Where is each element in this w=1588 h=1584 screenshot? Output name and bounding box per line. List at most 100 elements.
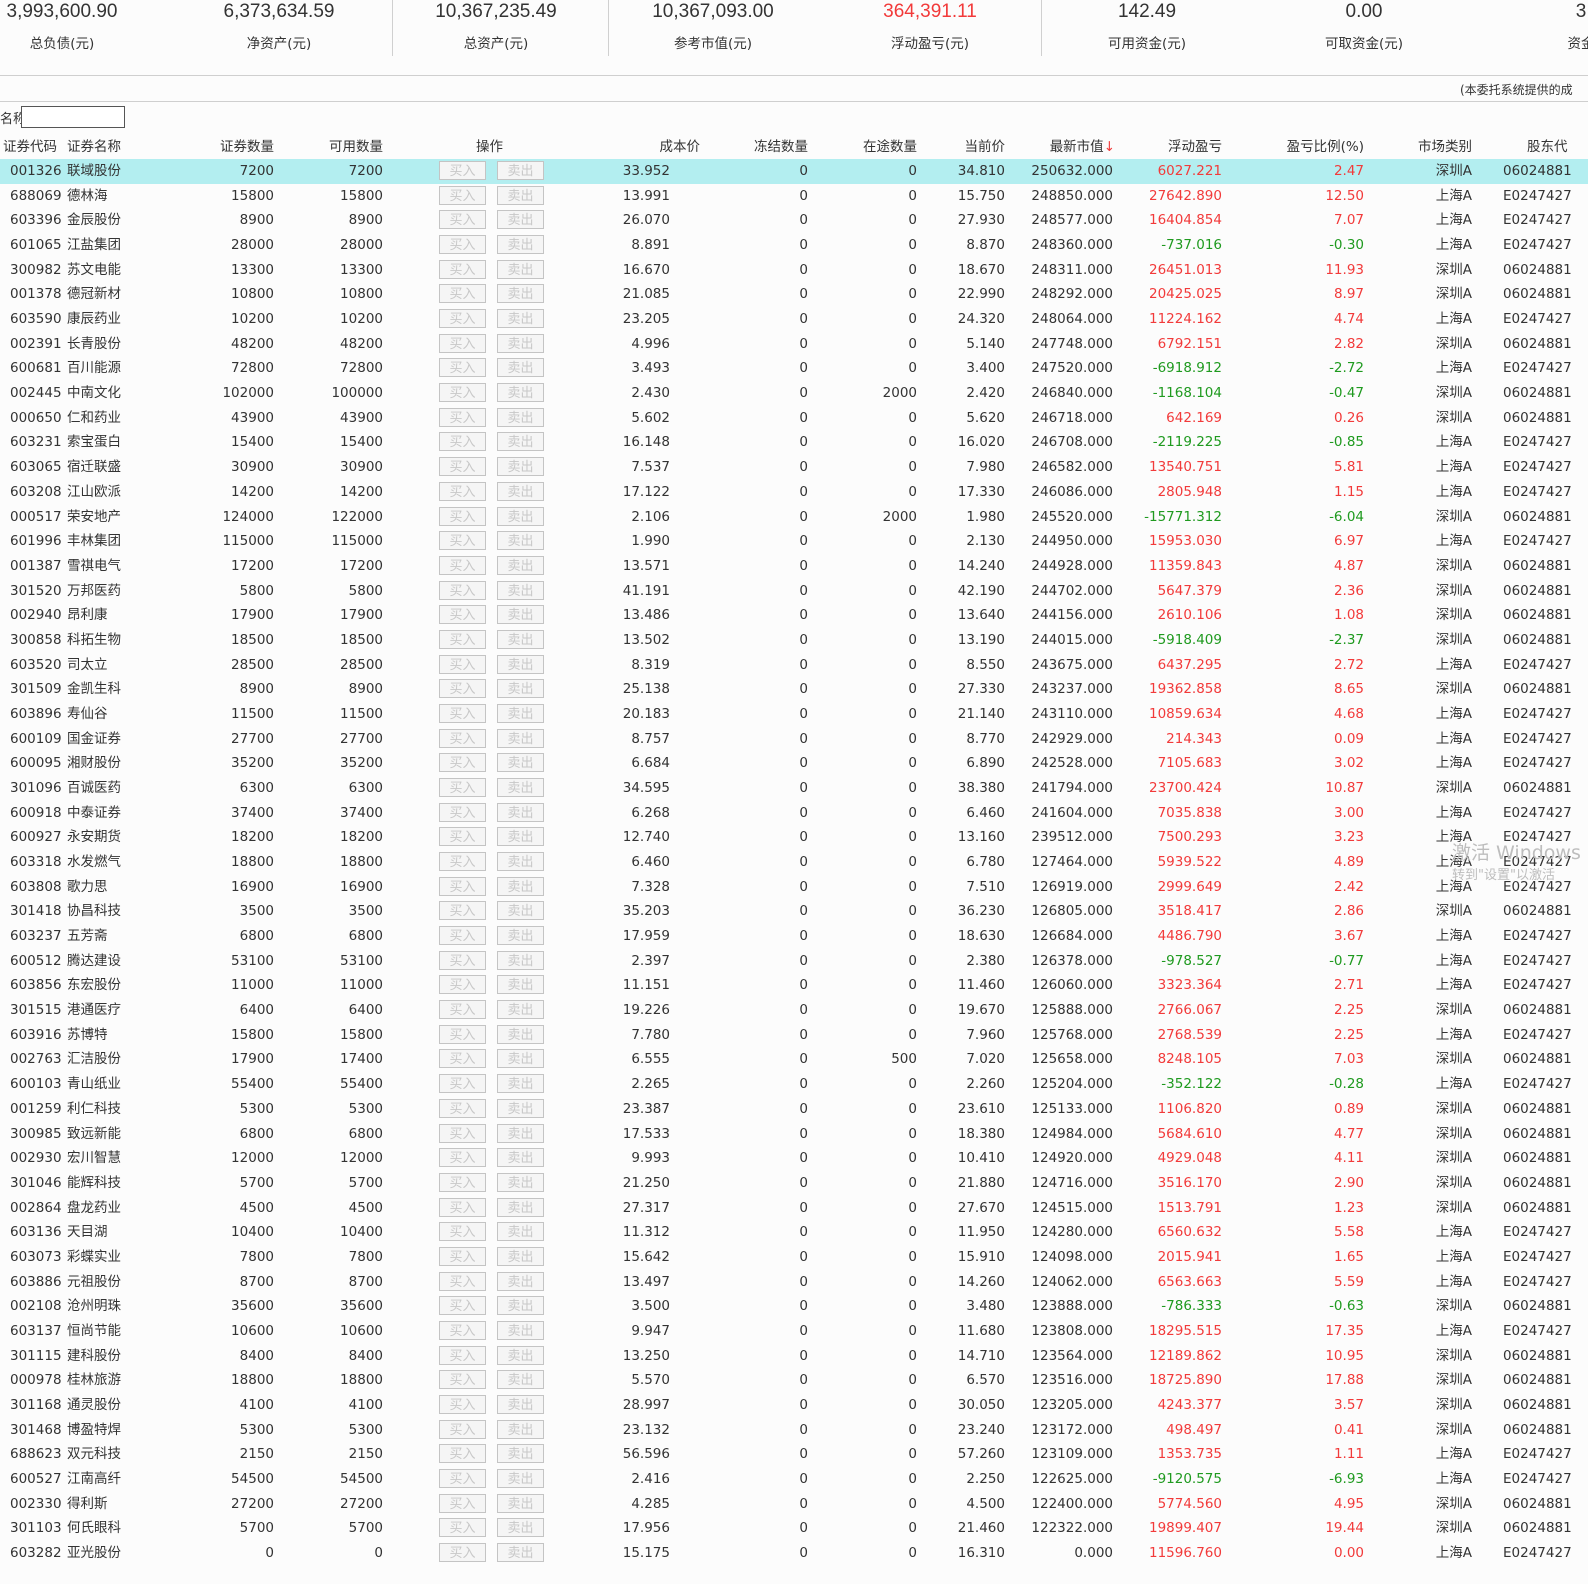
sell-button[interactable]: 卖出 — [497, 555, 544, 575]
sell-button[interactable]: 卖出 — [497, 1320, 544, 1340]
table-row[interactable]: 600527 江南高纤 54500 54500 2.416 0 0 2.250 122625.0… — [0, 1467, 1588, 1492]
sell-button[interactable]: 卖出 — [497, 778, 544, 797]
buy-button[interactable]: 买入 — [439, 1271, 486, 1291]
sell-button[interactable]: 卖出 — [497, 506, 544, 526]
table-row[interactable]: 000517 荣安地产 124000 122000 2.106 0 2000 1.980 245… — [0, 505, 1588, 530]
sell-button[interactable]: 卖出 — [497, 802, 544, 822]
table-row[interactable]: 301103 何氏眼科 5700 5700 17.956 0 0 21.460 122322.0… — [0, 1516, 1588, 1541]
table-row[interactable]: 600681 百川能源 72800 72800 3.493 0 0 3.400 247520.0… — [0, 356, 1588, 381]
col-name[interactable]: 证券名称 — [67, 135, 121, 159]
sell-button[interactable]: 卖出 — [497, 629, 544, 649]
table-row[interactable]: 002763 汇洁股份 17900 17400 6.555 0 500 7.020 125658… — [0, 1047, 1588, 1072]
sell-button[interactable]: 卖出 — [497, 1246, 544, 1266]
buy-button[interactable]: 买入 — [439, 1148, 486, 1168]
buy-button[interactable]: 买入 — [439, 1493, 486, 1513]
buy-button[interactable]: 买入 — [439, 1246, 486, 1266]
buy-button[interactable]: 买入 — [439, 1049, 486, 1069]
table-row[interactable]: 300858 科拓生物 18500 18500 13.502 0 0 13.190 244015… — [0, 628, 1588, 653]
buy-button[interactable]: 买入 — [439, 926, 486, 946]
table-row[interactable]: 603520 司太立 28500 28500 8.319 0 0 8.550 243675.00… — [0, 653, 1588, 678]
table-row[interactable]: 301168 通灵股份 4100 4100 28.997 0 0 30.050 123205.0… — [0, 1393, 1588, 1418]
buy-button[interactable]: 买入 — [439, 679, 486, 699]
buy-button[interactable]: 买入 — [439, 1197, 486, 1217]
table-row[interactable]: 603896 寿仙谷 11500 11500 20.183 0 0 21.140 243110.… — [0, 702, 1588, 727]
table-row[interactable]: 301418 协昌科技 3500 3500 35.203 0 0 36.230 126805.0… — [0, 899, 1588, 924]
buy-button[interactable]: 买入 — [439, 629, 486, 649]
col-frozen[interactable]: 冻结数量 — [754, 135, 808, 159]
table-row[interactable]: 603808 歌力思 16900 16900 7.328 0 0 7.510 126919.00… — [0, 875, 1588, 900]
sell-button[interactable]: 卖出 — [497, 679, 544, 699]
buy-button[interactable]: 买入 — [439, 1543, 486, 1563]
sell-button[interactable]: 卖出 — [497, 728, 544, 748]
buy-button[interactable]: 买入 — [439, 210, 486, 230]
sell-button[interactable]: 卖出 — [497, 481, 544, 501]
sell-button[interactable]: 卖出 — [497, 210, 544, 230]
buy-button[interactable]: 买入 — [439, 1098, 486, 1118]
buy-button[interactable]: 买入 — [439, 753, 486, 773]
table-row[interactable]: 002391 长青股份 48200 48200 4.996 0 0 5.140 247748.0… — [0, 332, 1588, 357]
table-row[interactable]: 688069 德林海 15800 15800 13.991 0 0 15.750 248850.… — [0, 184, 1588, 209]
sell-button[interactable]: 卖出 — [497, 1148, 544, 1168]
table-row[interactable]: 001326 联域股份 7200 7200 33.952 0 0 34.810 250632.0… — [0, 159, 1588, 184]
table-row[interactable]: 603073 彩蝶实业 7800 7800 15.642 0 0 15.910 124098.0… — [0, 1245, 1588, 1270]
buy-button[interactable]: 买入 — [439, 852, 486, 872]
buy-button[interactable]: 买入 — [439, 309, 486, 329]
buy-button[interactable]: 买入 — [439, 1518, 486, 1538]
sell-button[interactable]: 卖出 — [497, 1469, 544, 1489]
table-row[interactable]: 688623 双元科技 2150 2150 56.596 0 0 57.260 123109.0… — [0, 1442, 1588, 1467]
buy-button[interactable]: 买入 — [439, 432, 486, 452]
col-qty[interactable]: 证券数量 — [220, 135, 274, 159]
buy-button[interactable]: 买入 — [439, 185, 486, 205]
buy-button[interactable]: 买入 — [439, 333, 486, 353]
buy-button[interactable]: 买入 — [439, 284, 486, 304]
sell-button[interactable]: 卖出 — [497, 457, 544, 477]
table-row[interactable]: 603136 天目湖 10400 10400 11.312 0 0 11.950 124280.… — [0, 1220, 1588, 1245]
table-row[interactable]: 301515 港通医疗 6400 6400 19.226 0 0 19.670 125888.0… — [0, 998, 1588, 1023]
sell-button[interactable]: 卖出 — [497, 1395, 544, 1414]
table-row[interactable]: 301096 百诚医药 6300 6300 34.595 0 0 38.380 241794.0… — [0, 776, 1588, 801]
sell-button[interactable]: 卖出 — [497, 901, 544, 921]
sell-button[interactable]: 卖出 — [497, 1074, 544, 1094]
sell-button[interactable]: 卖出 — [497, 185, 544, 205]
table-row[interactable]: 603590 康辰药业 10200 10200 23.205 0 0 24.320 248064… — [0, 307, 1588, 332]
table-row[interactable]: 002108 沧州明珠 35600 35600 3.500 0 0 3.480 123888.0… — [0, 1294, 1588, 1319]
buy-button[interactable]: 买入 — [439, 876, 486, 896]
sell-button[interactable]: 卖出 — [497, 580, 544, 600]
buy-button[interactable]: 买入 — [439, 407, 486, 427]
sell-button[interactable]: 卖出 — [497, 605, 544, 625]
table-row[interactable]: 301520 万邦医药 5800 5800 41.191 0 0 42.190 244702.0… — [0, 579, 1588, 604]
sell-button[interactable]: 卖出 — [497, 1444, 544, 1464]
sell-button[interactable]: 卖出 — [497, 950, 544, 970]
sell-button[interactable]: 卖出 — [497, 1370, 544, 1390]
sell-button[interactable]: 卖出 — [497, 531, 544, 551]
buy-button[interactable]: 买入 — [439, 1123, 486, 1143]
table-row[interactable]: 000650 仁和药业 43900 43900 5.602 0 0 5.620 246718.0… — [0, 406, 1588, 431]
sell-button[interactable]: 卖出 — [497, 876, 544, 896]
buy-button[interactable]: 买入 — [439, 1395, 486, 1414]
table-row[interactable]: 603916 苏博特 15800 15800 7.780 0 0 7.960 125768.00… — [0, 1023, 1588, 1048]
table-row[interactable]: 603856 东宏股份 11000 11000 11.151 0 0 11.460 126060… — [0, 973, 1588, 998]
table-row[interactable]: 603396 金辰股份 8900 8900 26.070 0 0 27.930 248577.0… — [0, 208, 1588, 233]
col-avail[interactable]: 可用数量 — [329, 135, 383, 159]
buy-button[interactable]: 买入 — [439, 1074, 486, 1094]
buy-button[interactable]: 买入 — [439, 259, 486, 279]
buy-button[interactable]: 买入 — [439, 1222, 486, 1242]
buy-button[interactable]: 买入 — [439, 1296, 486, 1316]
table-row[interactable]: 603318 水发燃气 18800 18800 6.460 0 0 6.780 127464.0… — [0, 850, 1588, 875]
table-row[interactable]: 600109 国金证券 27700 27700 8.757 0 0 8.770 242929.0… — [0, 727, 1588, 752]
table-row[interactable]: 001378 德冠新材 10800 10800 21.085 0 0 22.990 248292… — [0, 282, 1588, 307]
col-code[interactable]: 证券代码 — [3, 135, 57, 159]
table-row[interactable]: 002445 中南文化 102000 100000 2.430 0 2000 2.420 246… — [0, 381, 1588, 406]
buy-button[interactable]: 买入 — [439, 555, 486, 575]
sell-button[interactable]: 卖出 — [497, 1518, 544, 1538]
table-row[interactable]: 600927 永安期货 18200 18200 12.740 0 0 13.160 239512… — [0, 825, 1588, 850]
table-row[interactable]: 301046 能辉科技 5700 5700 21.250 0 0 21.880 124716.0… — [0, 1171, 1588, 1196]
sell-button[interactable]: 卖出 — [497, 1419, 544, 1439]
sell-button[interactable]: 卖出 — [497, 1493, 544, 1513]
sell-button[interactable]: 卖出 — [497, 827, 544, 847]
table-row[interactable]: 600918 中泰证券 37400 37400 6.268 0 0 6.460 241604.0… — [0, 801, 1588, 826]
table-row[interactable]: 002330 得利斯 27200 27200 4.285 0 0 4.500 122400.00… — [0, 1492, 1588, 1517]
table-row[interactable]: 600512 腾达建设 53100 53100 2.397 0 0 2.380 126378.0… — [0, 949, 1588, 974]
sell-button[interactable]: 卖出 — [497, 1345, 544, 1365]
col-price[interactable]: 当前价 — [965, 135, 1006, 159]
